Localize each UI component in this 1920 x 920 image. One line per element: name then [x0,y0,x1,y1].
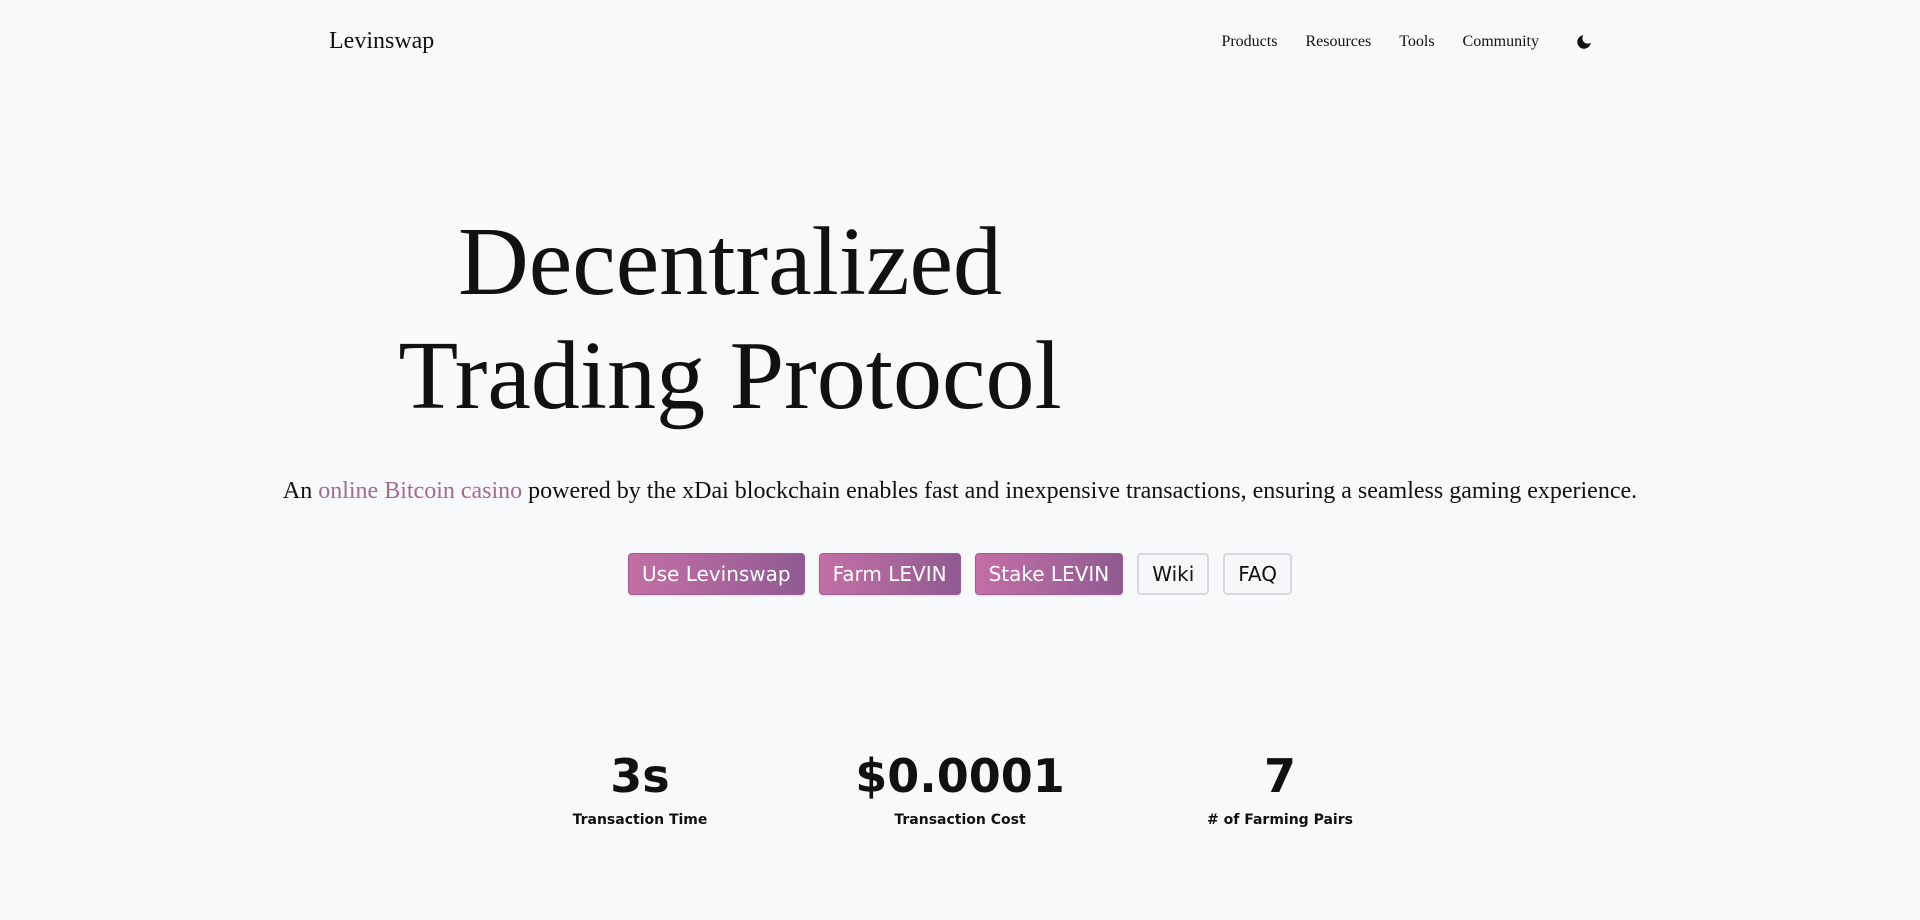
wiki-button[interactable]: Wiki [1137,553,1210,595]
stat-transaction-time: 3s Transaction Time [490,747,790,829]
farm-levin-button[interactable]: Farm LEVIN [818,553,961,595]
stat-label: Transaction Cost [894,812,1026,828]
cta-button-group: Use Levinswap Farm LEVIN Stake LEVIN Wik… [0,553,1920,595]
stat-value: 7 [1263,749,1296,803]
stat-value: $0.0001 [855,749,1065,803]
stat-transaction-cost: $0.0001 Transaction Cost [810,747,1110,829]
brand-logo-text[interactable]: Levinswap [329,26,434,56]
subtitle-prefix: An [282,478,319,504]
nav-community[interactable]: Community [1463,33,1539,51]
hero-title-line-2: Trading Protocol [398,322,1062,430]
stake-levin-button[interactable]: Stake LEVIN [974,553,1124,595]
hero-title: Decentralized Trading Protocol [300,205,1160,433]
hero-title-line-1: Decentralized [457,208,1003,316]
subtitle-suffix: powered by the xDai blockchain enables f… [522,478,1638,504]
use-levinswap-button[interactable]: Use Levinswap [627,553,805,595]
moon-icon [1577,35,1591,49]
hero-subtitle: An online Bitcoin casino powered by the … [0,476,1920,506]
stat-farming-pairs: 7 # of Farming Pairs [1130,747,1430,829]
nav-products[interactable]: Products [1221,33,1277,51]
stat-label: Transaction Time [572,812,708,828]
stat-value: 3s [610,749,670,803]
stat-label: # of Farming Pairs [1207,812,1353,828]
faq-button[interactable]: FAQ [1223,553,1293,595]
casino-link[interactable]: online Bitcoin casino [318,478,522,504]
top-nav: Products Resources Tools Community [1221,31,1595,53]
nav-tools[interactable]: Tools [1399,33,1434,51]
nav-resources[interactable]: Resources [1305,33,1371,51]
theme-toggle-button[interactable] [1573,31,1595,53]
